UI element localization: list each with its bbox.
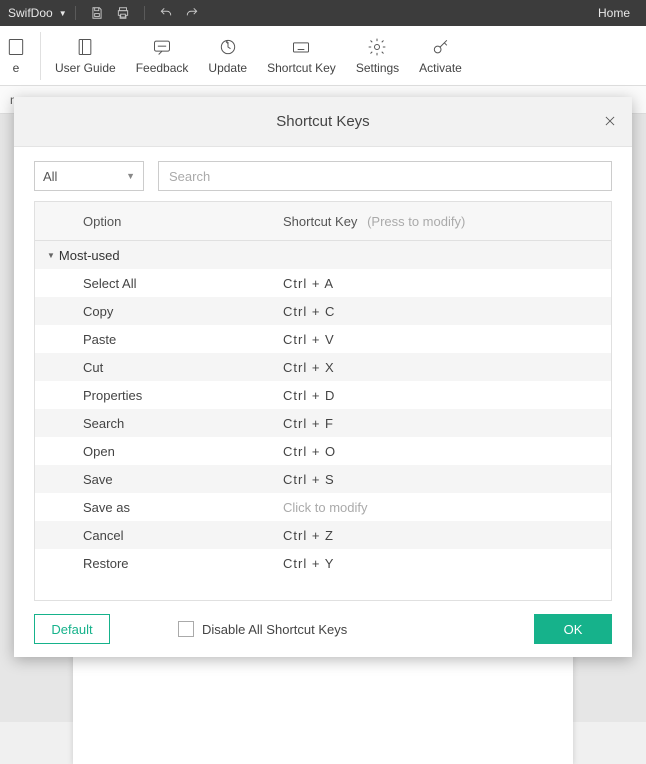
dialog-title: Shortcut Keys [276, 113, 369, 130]
option-cell: Copy [35, 304, 275, 319]
default-button[interactable]: Default [34, 614, 110, 644]
ribbon-user-guide[interactable]: User Guide [45, 37, 126, 75]
option-cell: Save [35, 472, 275, 487]
separator [40, 32, 41, 80]
ribbon-label: e [13, 61, 20, 75]
shortcut-table: Option Shortcut Key (Press to modify) ▼ M… [14, 201, 632, 601]
separator [75, 6, 76, 20]
undo-icon[interactable] [153, 6, 179, 20]
option-cell: Cancel [35, 528, 275, 543]
shortcut-cell: Ctrl + Z [275, 528, 611, 543]
chevron-down-icon: ▼ [57, 9, 67, 18]
ribbon-partial-item[interactable]: e [6, 37, 36, 75]
ribbon-feedback[interactable]: Feedback [126, 37, 199, 75]
header-option: Option [35, 214, 275, 229]
option-cell: Open [35, 444, 275, 459]
separator [144, 6, 145, 20]
ribbon-label: Activate [419, 61, 462, 75]
table-header: Option Shortcut Key (Press to modify) [34, 201, 612, 241]
shortcut-keys-dialog: Shortcut Keys All ▼ Option Shortcut Key … [14, 97, 632, 657]
filter-value: All [43, 169, 57, 184]
close-button[interactable] [598, 109, 622, 133]
ribbon-update[interactable]: Update [198, 37, 257, 75]
ribbon-label: Feedback [136, 61, 189, 75]
filter-dropdown[interactable]: All ▼ [34, 161, 144, 191]
group-row[interactable]: ▼ Most-used [35, 241, 611, 269]
title-bar: SwifDoo ▼ Home [0, 0, 646, 26]
save-icon[interactable] [84, 6, 110, 20]
ribbon-shortcut-key[interactable]: Shortcut Key [257, 37, 346, 75]
shortcut-cell: Ctrl + F [275, 416, 611, 431]
header-hint: (Press to modify) [361, 214, 465, 229]
default-button-label: Default [51, 622, 92, 637]
gear-icon [367, 37, 387, 57]
group-label: Most-used [59, 248, 120, 263]
dialog-footer: Default Disable All Shortcut Keys OK [14, 601, 632, 657]
ok-button-label: OK [564, 622, 583, 637]
checkbox-icon [178, 621, 194, 637]
header-key: Shortcut Key (Press to modify) [275, 214, 611, 229]
shortcut-cell: Ctrl + C [275, 304, 611, 319]
chevron-down-icon: ▼ [126, 171, 135, 181]
table-row[interactable]: PasteCtrl + V [35, 325, 611, 353]
option-cell: Select All [35, 276, 275, 291]
ribbon-label: User Guide [55, 61, 116, 75]
message-icon [152, 37, 172, 57]
header-key-label: Shortcut Key [283, 214, 357, 229]
table-row[interactable]: PropertiesCtrl + D [35, 381, 611, 409]
table-row[interactable]: SearchCtrl + F [35, 409, 611, 437]
ribbon-label: Update [208, 61, 247, 75]
refresh-icon [218, 37, 238, 57]
home-tab[interactable]: Home [590, 0, 638, 26]
dialog-controls: All ▼ [14, 147, 632, 201]
option-cell: Properties [35, 388, 275, 403]
table-row[interactable]: RestoreCtrl + Y [35, 549, 611, 577]
app-name-label: SwifDoo [8, 6, 53, 20]
table-row[interactable]: SaveCtrl + S [35, 465, 611, 493]
ribbon-activate[interactable]: Activate [409, 37, 472, 75]
disable-all-checkbox[interactable]: Disable All Shortcut Keys [128, 621, 516, 637]
search-input[interactable] [158, 161, 612, 191]
option-cell: Search [35, 416, 275, 431]
table-row[interactable]: Save asClick to modify [35, 493, 611, 521]
shortcut-cell: Ctrl + X [275, 360, 611, 375]
redo-icon[interactable] [179, 6, 205, 20]
table-body: ▼Most-usedSelect AllCtrl + ACopyCtrl + C… [34, 241, 612, 601]
table-row[interactable]: CopyCtrl + C [35, 297, 611, 325]
collapse-icon: ▼ [47, 251, 55, 260]
app-name-button[interactable]: SwifDoo ▼ [8, 6, 67, 20]
dialog-header: Shortcut Keys [14, 97, 632, 147]
ok-button[interactable]: OK [534, 614, 612, 644]
ribbon-label: Settings [356, 61, 399, 75]
table-row[interactable]: CancelCtrl + Z [35, 521, 611, 549]
ribbon-settings[interactable]: Settings [346, 37, 409, 75]
shortcut-cell: Ctrl + O [275, 444, 611, 459]
table-row[interactable]: CutCtrl + X [35, 353, 611, 381]
option-cell: Save as [35, 500, 275, 515]
key-icon [431, 37, 451, 57]
option-cell: Cut [35, 360, 275, 375]
print-icon[interactable] [110, 6, 136, 20]
shortcut-cell: Ctrl + D [275, 388, 611, 403]
home-tab-label: Home [598, 6, 630, 20]
keyboard-icon [291, 37, 311, 57]
shortcut-cell: Ctrl + A [275, 276, 611, 291]
book-icon [75, 37, 95, 57]
disable-all-label: Disable All Shortcut Keys [202, 622, 347, 637]
shortcut-cell: Ctrl + Y [275, 556, 611, 571]
shortcut-cell: Ctrl + S [275, 472, 611, 487]
option-cell: Restore [35, 556, 275, 571]
option-cell: Paste [35, 332, 275, 347]
shortcut-cell: Ctrl + V [275, 332, 611, 347]
shortcut-cell: Click to modify [275, 500, 611, 515]
close-icon [603, 114, 617, 128]
ribbon-toolbar: e User Guide Feedback Update Shortcut Ke… [0, 26, 646, 86]
table-row[interactable]: OpenCtrl + O [35, 437, 611, 465]
table-row[interactable]: Select AllCtrl + A [35, 269, 611, 297]
ribbon-label: Shortcut Key [267, 61, 336, 75]
